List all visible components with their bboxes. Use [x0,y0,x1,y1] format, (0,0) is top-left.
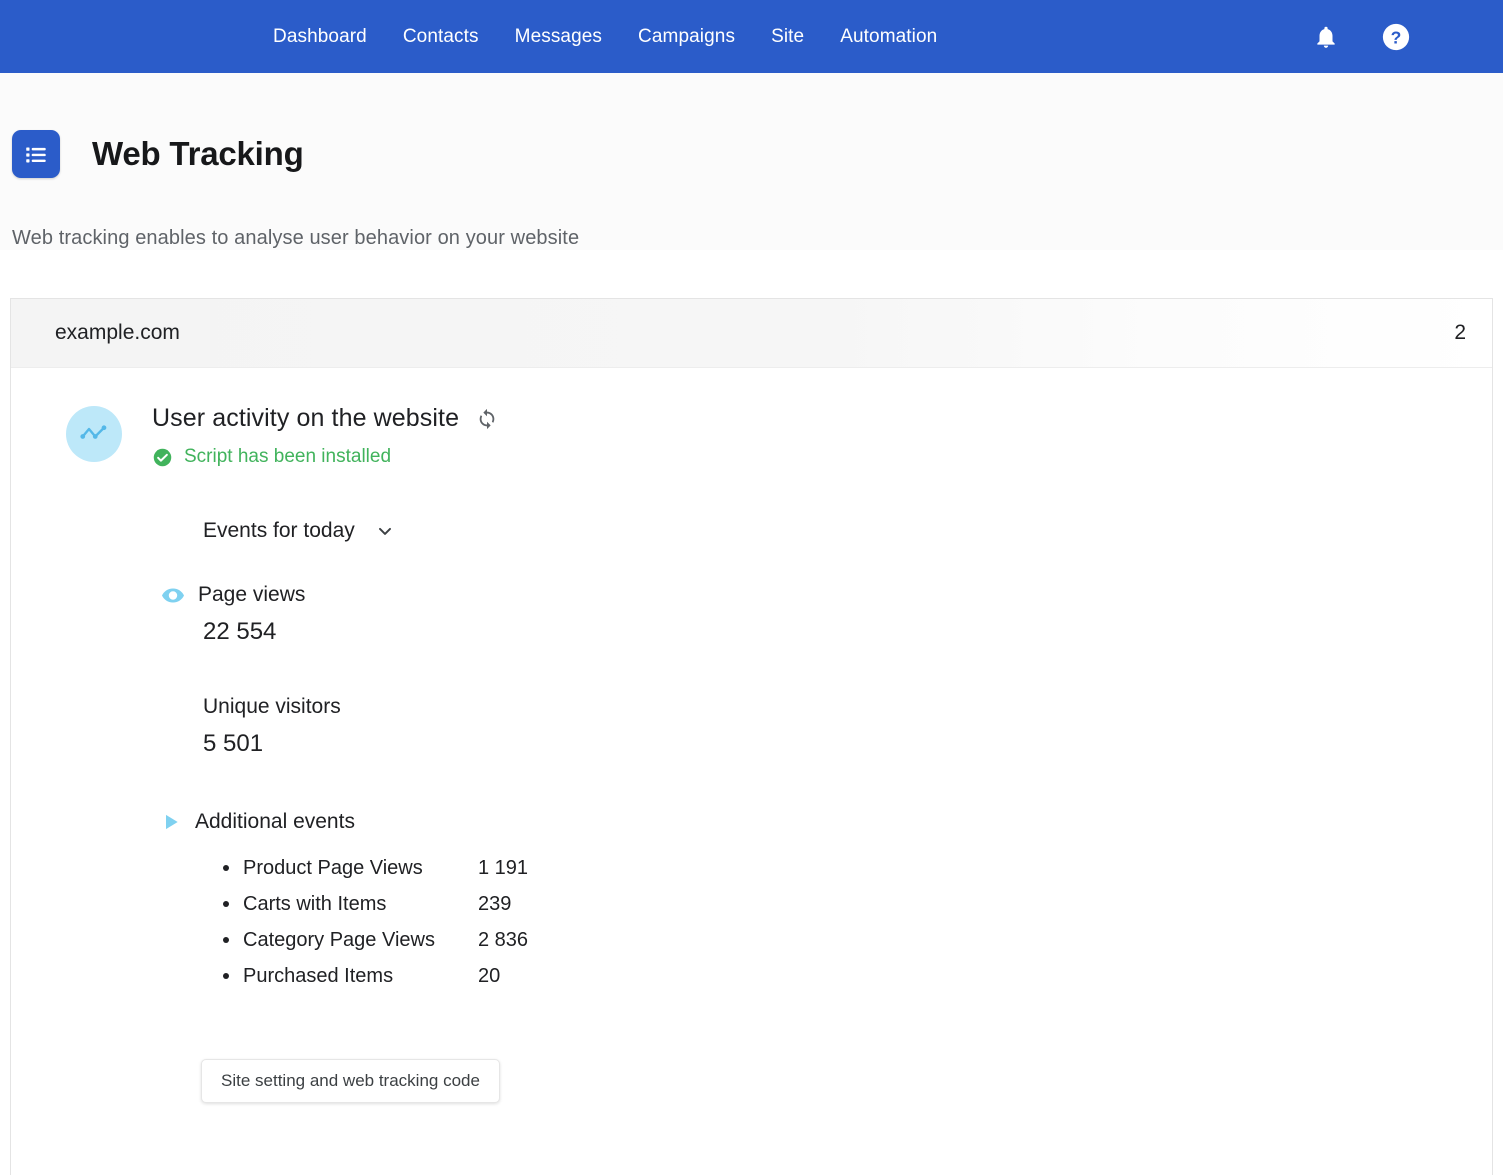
user-activity-text: User activity on the website Script has … [152,404,499,468]
script-status-text: Script has been installed [184,446,392,468]
nav-item-dashboard[interactable]: Dashboard [255,19,385,54]
metric-unique-visitors: Unique visitors 5 501 [203,695,1492,758]
metric-page-views-label-row: Page views [161,583,1492,607]
play-triangle-icon [161,811,181,833]
additional-event-name: Purchased Items [243,964,394,987]
help-question-icon[interactable]: ? [1381,21,1411,53]
chevron-down-icon [375,521,395,541]
page-subtitle: Web tracking enables to analyse user beh… [12,227,580,250]
metric-unique-visitors-value: 5 501 [203,730,264,758]
additional-events-title: Additional events [195,810,355,834]
card-footer: Site setting and web tracking code [201,1059,1492,1104]
additional-event-name: Carts with Items [243,892,387,915]
additional-event-value: 2 836 [478,928,529,951]
additional-events-section: Additional events Product Page Views 1 1… [161,810,1492,994]
additional-event-value: 239 [478,892,512,915]
list-item: Carts with Items 239 [223,886,1492,922]
page-title: Web Tracking [92,135,304,173]
web-tracking-card: example.com 2 User activity on the websi… [10,298,1493,1175]
card-header-count: 2 [1454,321,1466,345]
refresh-sync-icon[interactable] [475,407,499,431]
user-activity-title: User activity on the website [152,404,460,433]
top-navigation-bar: Dashboard Contacts Messages Campaigns Si… [0,0,1503,73]
card-domain-label: example.com [55,321,180,345]
list-item: Product Page Views 1 191 [223,850,1492,886]
metric-page-views-label: Page views [198,583,306,607]
nav-item-site[interactable]: Site [753,19,822,54]
additional-event-name: Product Page Views [243,856,423,879]
metric-page-views: Page views 22 554 [161,583,1492,646]
eye-icon [161,583,185,607]
nav-item-automation[interactable]: Automation [822,19,955,54]
metric-page-views-value: 22 554 [203,618,277,646]
nav-actions: ? [1311,21,1411,53]
page-header: Web Tracking Web tracking enables to ana… [0,73,1503,251]
bullet-icon [223,901,229,908]
bullet-icon [223,973,229,980]
list-icon [12,130,60,179]
nav-item-contacts[interactable]: Contacts [385,19,497,54]
site-settings-button[interactable]: Site setting and web tracking code [201,1059,500,1104]
card-header[interactable]: example.com 2 [11,299,1492,369]
svg-text:?: ? [1391,27,1402,47]
metrics-section: Page views 22 554 Unique visitors 5 501 [161,583,1492,758]
notifications-bell-icon[interactable] [1311,21,1341,53]
additional-events-toggle[interactable]: Additional events [161,810,1492,834]
nav-item-messages[interactable]: Messages [497,19,620,54]
events-period-value: Events for today [203,519,355,543]
card-body: User activity on the website Script has … [11,368,1492,1104]
nav-item-campaigns[interactable]: Campaigns [620,19,753,54]
bullet-icon [223,937,229,944]
additional-event-value: 1 191 [478,856,529,879]
list-item: Category Page Views 2 836 [223,922,1492,958]
nav-links: Dashboard Contacts Messages Campaigns Si… [255,19,955,54]
check-circle-icon [152,447,173,468]
additional-event-name: Category Page Views [243,928,435,951]
page-title-row: Web Tracking [0,73,1503,195]
line-chart-icon [66,406,122,463]
user-activity-title-line: User activity on the website [152,404,499,433]
metric-unique-visitors-label: Unique visitors [203,695,341,719]
user-activity-section: User activity on the website Script has … [11,404,1492,468]
additional-events-list: Product Page Views 1 191 Carts with Item… [161,850,1492,994]
bullet-icon [223,865,229,872]
list-item: Purchased Items 20 [223,958,1492,994]
additional-event-value: 20 [478,964,501,987]
script-status: Script has been installed [152,446,499,468]
events-period-select[interactable]: Events for today [203,519,395,543]
